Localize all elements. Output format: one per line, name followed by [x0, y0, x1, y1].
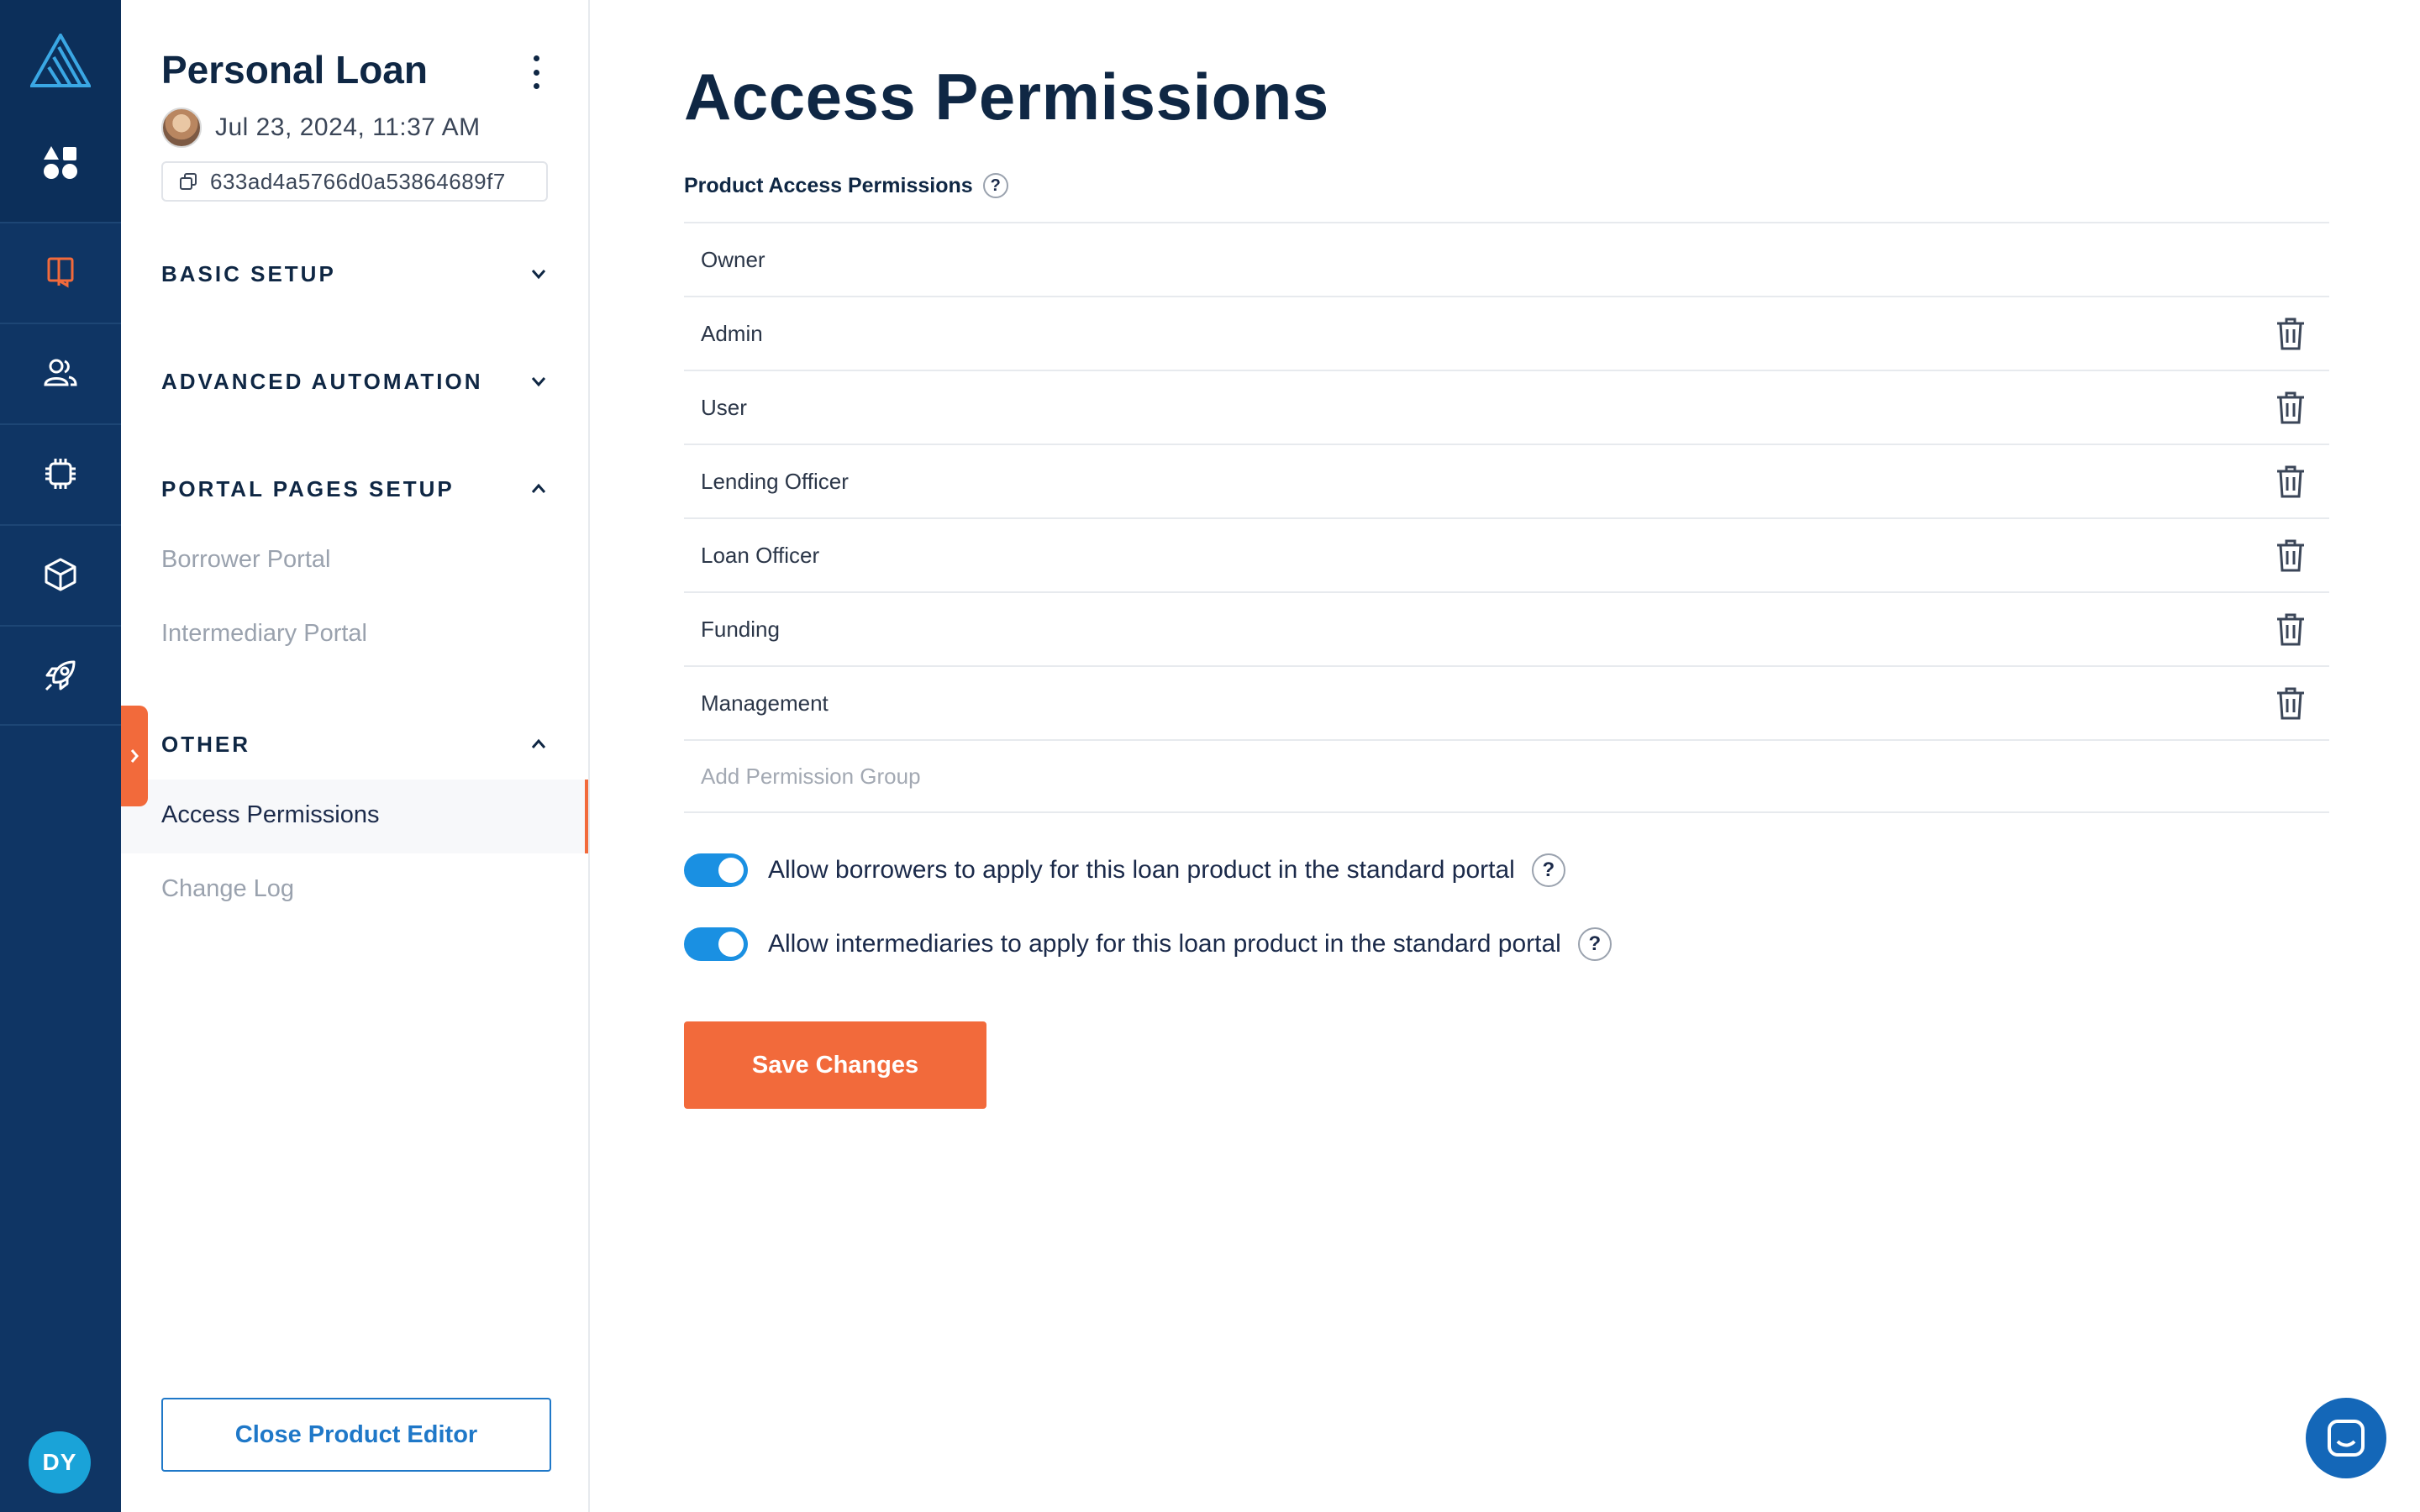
- toggle-label: Allow intermediaries to apply for this l…: [768, 930, 1561, 958]
- trash-icon[interactable]: [2274, 685, 2307, 722]
- rocket-icon[interactable]: [0, 625, 121, 724]
- add-permission-placeholder: Add Permission Group: [701, 763, 921, 789]
- sidebar-item-change-log[interactable]: Change Log: [161, 875, 294, 903]
- chevron-down-icon: [531, 270, 546, 280]
- help-icon[interactable]: ?: [982, 173, 1008, 198]
- toggle-row-intermediaries: Allow intermediaries to apply for this l…: [684, 927, 1612, 961]
- permission-row: Admin: [684, 296, 2329, 370]
- copy-icon: [180, 173, 197, 190]
- sidebar-item-access-permissions[interactable]: Access Permissions: [161, 801, 379, 829]
- trash-icon[interactable]: [2274, 537, 2307, 574]
- product-date: Jul 23, 2024, 11:37 AM: [215, 113, 481, 141]
- permission-groups-list: Owner Admin User Lending Officer Loan Of…: [684, 222, 2329, 813]
- expand-drawer-tab[interactable]: [121, 706, 148, 806]
- permission-row: Lending Officer: [684, 444, 2329, 517]
- help-icon[interactable]: ?: [1531, 853, 1565, 887]
- borrowers-toggle[interactable]: [684, 853, 748, 887]
- chat-icon: [2328, 1420, 2365, 1457]
- user-avatar[interactable]: DY: [29, 1431, 91, 1494]
- permission-name: Owner: [701, 246, 765, 272]
- nav-rail: DY: [0, 0, 121, 1512]
- page-title: Access Permissions: [684, 60, 1329, 134]
- permission-row: Management: [684, 665, 2329, 739]
- product-title: Personal Loan: [161, 48, 428, 92]
- sidebar-item-borrower-portal[interactable]: Borrower Portal: [161, 546, 330, 574]
- add-permission-group-input[interactable]: Add Permission Group: [684, 739, 2329, 813]
- section-basic-setup[interactable]: BASIC SETUP: [161, 257, 550, 291]
- sidebar-item-intermediary-portal[interactable]: Intermediary Portal: [161, 620, 367, 648]
- toggle-row-borrowers: Allow borrowers to apply for this loan p…: [684, 853, 1565, 887]
- section-label: BASIC SETUP: [161, 260, 336, 286]
- more-options-icon[interactable]: [529, 55, 543, 89]
- chevron-down-icon: [531, 377, 546, 387]
- permission-name: Loan Officer: [701, 542, 820, 568]
- permission-name: Funding: [701, 616, 780, 642]
- permission-row: Owner: [684, 222, 2329, 296]
- cube-icon[interactable]: [0, 524, 121, 623]
- section-heading: Product Access Permissions ?: [684, 173, 1008, 198]
- section-other[interactable]: OTHER: [161, 727, 550, 761]
- help-icon[interactable]: ?: [1577, 927, 1612, 961]
- logo-icon[interactable]: [29, 31, 92, 87]
- chevron-right-icon: [130, 749, 139, 763]
- trash-icon[interactable]: [2274, 389, 2307, 426]
- rail-divider: [0, 724, 121, 726]
- product-meta: Jul 23, 2024, 11:37 AM: [161, 108, 481, 148]
- author-avatar: [161, 108, 202, 148]
- permission-row: Loan Officer: [684, 517, 2329, 591]
- permission-name: Admin: [701, 320, 763, 346]
- section-heading-label: Product Access Permissions: [684, 173, 973, 197]
- permission-row: User: [684, 370, 2329, 444]
- save-changes-button[interactable]: Save Changes: [684, 1021, 986, 1109]
- permission-row: Funding: [684, 591, 2329, 665]
- permission-name: Management: [701, 690, 829, 716]
- book-icon[interactable]: [0, 222, 121, 321]
- product-sidebar: Personal Loan Jul 23, 2024, 11:37 AM 633…: [121, 0, 590, 1512]
- chevron-up-icon: [531, 483, 546, 493]
- chip-icon[interactable]: [0, 423, 121, 522]
- toggle-label: Allow borrowers to apply for this loan p…: [768, 856, 1515, 884]
- product-id-chip[interactable]: 633ad4a5766d0a53864689f7: [161, 161, 548, 202]
- permission-name: User: [701, 394, 747, 420]
- trash-icon[interactable]: [2274, 315, 2307, 352]
- section-label: OTHER: [161, 731, 250, 757]
- chat-launcher[interactable]: [2306, 1398, 2386, 1478]
- close-product-editor-button[interactable]: Close Product Editor: [161, 1398, 551, 1472]
- permission-name: Lending Officer: [701, 468, 849, 494]
- trash-icon[interactable]: [2274, 611, 2307, 648]
- product-id: 633ad4a5766d0a53864689f7: [210, 168, 506, 194]
- trash-icon[interactable]: [2274, 463, 2307, 500]
- section-label: ADVANCED AUTOMATION: [161, 368, 483, 394]
- chevron-up-icon: [531, 738, 546, 748]
- section-label: PORTAL PAGES SETUP: [161, 475, 455, 501]
- users-icon[interactable]: [0, 323, 121, 422]
- section-advanced-automation[interactable]: ADVANCED AUTOMATION: [161, 365, 550, 398]
- apps-icon[interactable]: [0, 114, 121, 212]
- intermediaries-toggle[interactable]: [684, 927, 748, 961]
- section-portal-pages-setup[interactable]: PORTAL PAGES SETUP: [161, 472, 550, 506]
